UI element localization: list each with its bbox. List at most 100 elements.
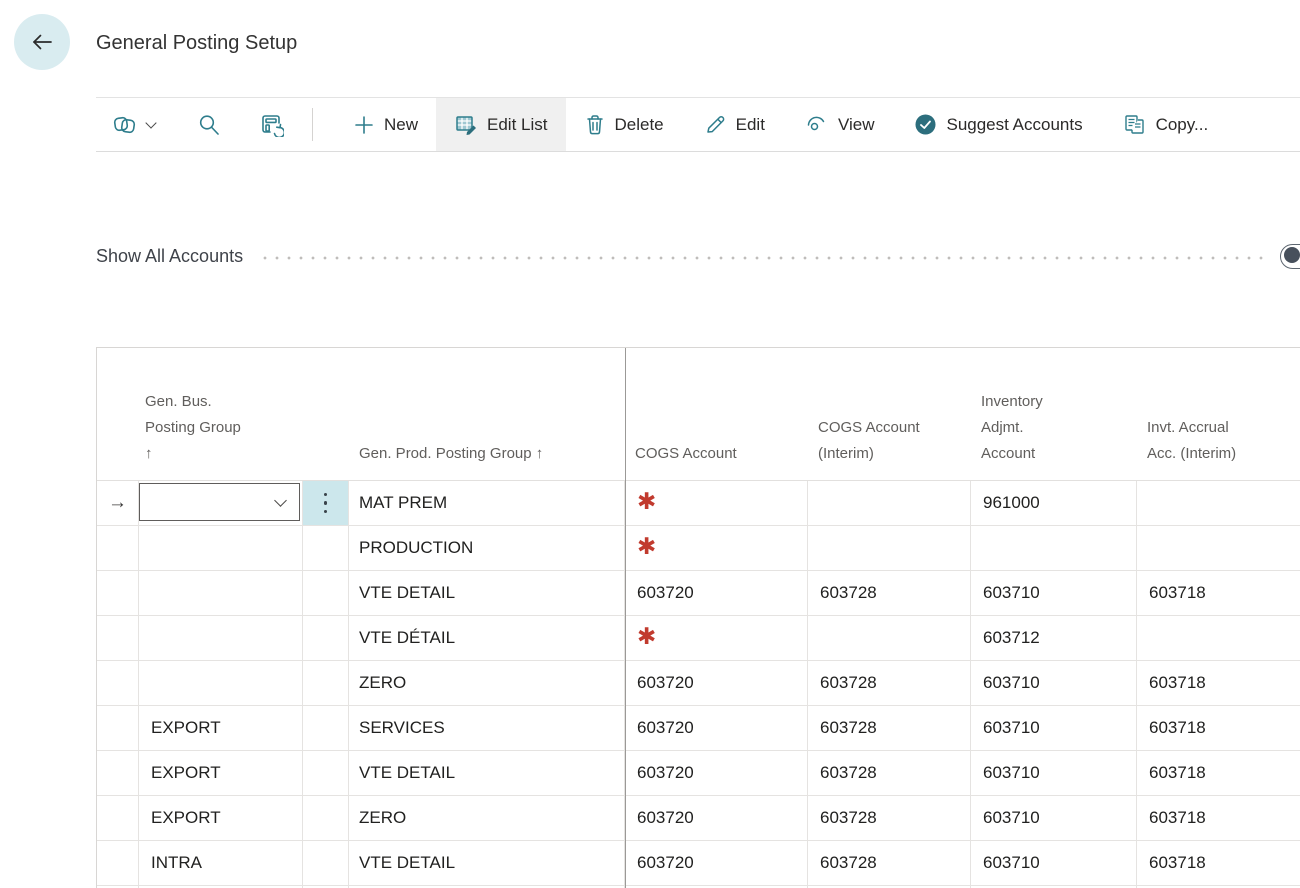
cell-cogs-account-interim[interactable] — [808, 526, 971, 571]
edit-list-button-label: Edit List — [487, 115, 547, 135]
row-marker-cell — [97, 571, 139, 616]
cell-inventory-adjmt-account[interactable]: 603712 — [971, 616, 1137, 661]
cell-gen-prod-posting-group[interactable]: VTE DETAIL — [349, 751, 625, 796]
row-menu-cell[interactable] — [303, 706, 349, 751]
cell-invt-accrual-acc-interim[interactable]: 603718 — [1137, 571, 1300, 616]
column-header-cogs-account[interactable]: COGS Account — [625, 348, 808, 480]
cell-cogs-account[interactable]: 603720 — [625, 751, 808, 796]
view-button[interactable]: View — [793, 98, 887, 151]
row-menu-button[interactable] — [303, 481, 349, 526]
cell-inventory-adjmt-account[interactable]: 603710 — [971, 751, 1137, 796]
row-menu-cell[interactable] — [303, 661, 349, 706]
cell-gen-bus-posting-group[interactable] — [139, 526, 303, 571]
cell-gen-bus-posting-group[interactable]: INTRA — [139, 841, 303, 886]
back-button[interactable] — [14, 14, 70, 70]
cell-gen-bus-posting-group[interactable] — [139, 571, 303, 616]
cell-cogs-account[interactable]: 603720 — [625, 841, 808, 886]
new-button[interactable]: New — [341, 98, 430, 151]
row-menu-cell[interactable] — [303, 526, 349, 571]
search-button[interactable] — [183, 98, 235, 151]
cell-gen-prod-posting-group[interactable]: PRODUCTION — [349, 526, 625, 571]
cell-gen-prod-posting-group[interactable]: SERVICES — [349, 706, 625, 751]
cell-gen-prod-posting-group[interactable]: ZERO — [349, 661, 625, 706]
analyze-button[interactable] — [245, 98, 298, 151]
cell-gen-bus-posting-group[interactable] — [139, 661, 303, 706]
edit-list-button[interactable]: Edit List — [436, 98, 565, 151]
cell-cogs-account-interim[interactable]: 603728 — [808, 661, 971, 706]
cell-cogs-account-interim[interactable]: 603728 — [808, 706, 971, 751]
row-marker-cell — [97, 526, 139, 571]
row-menu-cell[interactable] — [303, 751, 349, 796]
cell-cogs-account[interactable]: ✱ — [625, 481, 808, 526]
cell-gen-bus-posting-group[interactable]: EXPORT — [139, 751, 303, 796]
cell-cogs-account-interim[interactable]: 603728 — [808, 796, 971, 841]
cell-invt-accrual-acc-interim[interactable]: 603718 — [1137, 661, 1300, 706]
show-all-accounts-toggle[interactable] — [1280, 244, 1300, 269]
cell-invt-accrual-acc-interim[interactable] — [1137, 526, 1300, 571]
row-marker-cell — [97, 751, 139, 796]
cell-gen-bus-posting-group[interactable] — [139, 616, 303, 661]
cell-invt-accrual-acc-interim[interactable]: 603718 — [1137, 841, 1300, 886]
cell-cogs-account-interim[interactable] — [808, 616, 971, 661]
cell-cogs-account[interactable]: 603720 — [625, 706, 808, 751]
cell-gen-prod-posting-group[interactable]: VTE DETAIL — [349, 571, 625, 616]
column-header-gen-bus-posting-group[interactable]: Gen. Bus.Posting Group↑ — [139, 348, 303, 480]
row-menu-cell[interactable] — [303, 616, 349, 661]
row-menu-cell[interactable] — [303, 841, 349, 886]
cell-inventory-adjmt-account[interactable]: 603710 — [971, 571, 1137, 616]
cell-cogs-account[interactable]: 603720 — [625, 796, 808, 841]
missing-account-asterisk-icon: ✱ — [637, 533, 656, 559]
cell-cogs-account-interim[interactable]: 603728 — [808, 571, 971, 616]
cell-invt-accrual-acc-interim[interactable] — [1137, 616, 1300, 661]
column-header-invt-accrual-acc-interim[interactable]: Invt. AccrualAcc. (Interim) — [1137, 348, 1300, 480]
cell-invt-accrual-acc-interim[interactable]: 603718 — [1137, 751, 1300, 796]
table-header-row: Gen. Bus.Posting Group↑ Gen. Prod. Postin… — [97, 348, 1300, 481]
cell-gen-bus-posting-group[interactable] — [139, 481, 303, 526]
row-menu-cell[interactable] — [303, 796, 349, 841]
cell-cogs-account-interim[interactable] — [808, 481, 971, 526]
apps-icon — [112, 113, 138, 137]
column-header-cogs-account-interim[interactable]: COGS Account(Interim) — [808, 348, 971, 480]
cell-cogs-account[interactable]: 603720 — [625, 571, 808, 616]
cell-cogs-account[interactable]: ✱ — [625, 616, 808, 661]
apps-menu-button[interactable] — [98, 98, 169, 151]
gen-bus-posting-group-combobox[interactable] — [139, 483, 300, 521]
view-icon — [805, 114, 829, 136]
cell-inventory-adjmt-account[interactable]: 961000 — [971, 481, 1137, 526]
copy-button[interactable]: Copy... — [1111, 98, 1221, 151]
column-header-inventory-adjmt-account[interactable]: InventoryAdjmt.Account — [971, 348, 1137, 480]
missing-account-asterisk-icon: ✱ — [637, 488, 656, 514]
kebab-menu-icon[interactable] — [324, 493, 328, 514]
row-menu-cell[interactable] — [303, 571, 349, 616]
cell-cogs-account[interactable]: 603720 — [625, 661, 808, 706]
cell-cogs-account-interim[interactable]: 603728 — [808, 841, 971, 886]
column-header-spacer — [303, 348, 349, 480]
cell-cogs-account-interim[interactable]: 603728 — [808, 751, 971, 796]
cell-gen-prod-posting-group[interactable]: VTE DÉTAIL — [349, 616, 625, 661]
cell-invt-accrual-acc-interim[interactable]: 603718 — [1137, 796, 1300, 841]
new-button-label: New — [384, 115, 418, 135]
cell-cogs-account[interactable]: ✱ — [625, 526, 808, 571]
cell-gen-prod-posting-group[interactable]: VTE DETAIL — [349, 841, 625, 886]
cell-gen-prod-posting-group[interactable]: MAT PREM — [349, 481, 625, 526]
cell-inventory-adjmt-account[interactable]: 603710 — [971, 706, 1137, 751]
cell-gen-bus-posting-group[interactable]: EXPORT — [139, 706, 303, 751]
cell-invt-accrual-acc-interim[interactable]: 603718 — [1137, 706, 1300, 751]
cell-inventory-adjmt-account[interactable]: 603710 — [971, 841, 1137, 886]
cell-inventory-adjmt-account[interactable]: 603710 — [971, 796, 1137, 841]
table-body: →MAT PREM✱961000PRODUCTION✱VTE DETAIL603… — [97, 481, 1300, 888]
cell-invt-accrual-acc-interim[interactable] — [1137, 481, 1300, 526]
dotted-leader — [259, 256, 1266, 260]
column-header-gen-prod-posting-group[interactable]: Gen. Prod. Posting Group ↑ — [349, 348, 625, 480]
cell-gen-prod-posting-group[interactable]: ZERO — [349, 796, 625, 841]
copy-icon — [1123, 113, 1147, 137]
cell-gen-bus-posting-group[interactable]: EXPORT — [139, 796, 303, 841]
combobox-chevron-down-icon[interactable] — [274, 494, 287, 507]
cell-inventory-adjmt-account[interactable]: 603710 — [971, 661, 1137, 706]
copy-button-label: Copy... — [1156, 115, 1209, 135]
delete-button[interactable]: Delete — [572, 98, 676, 151]
edit-button[interactable]: Edit — [692, 98, 777, 151]
suggest-accounts-button[interactable]: Suggest Accounts — [902, 98, 1094, 151]
cell-inventory-adjmt-account[interactable] — [971, 526, 1137, 571]
row-marker-cell — [97, 661, 139, 706]
